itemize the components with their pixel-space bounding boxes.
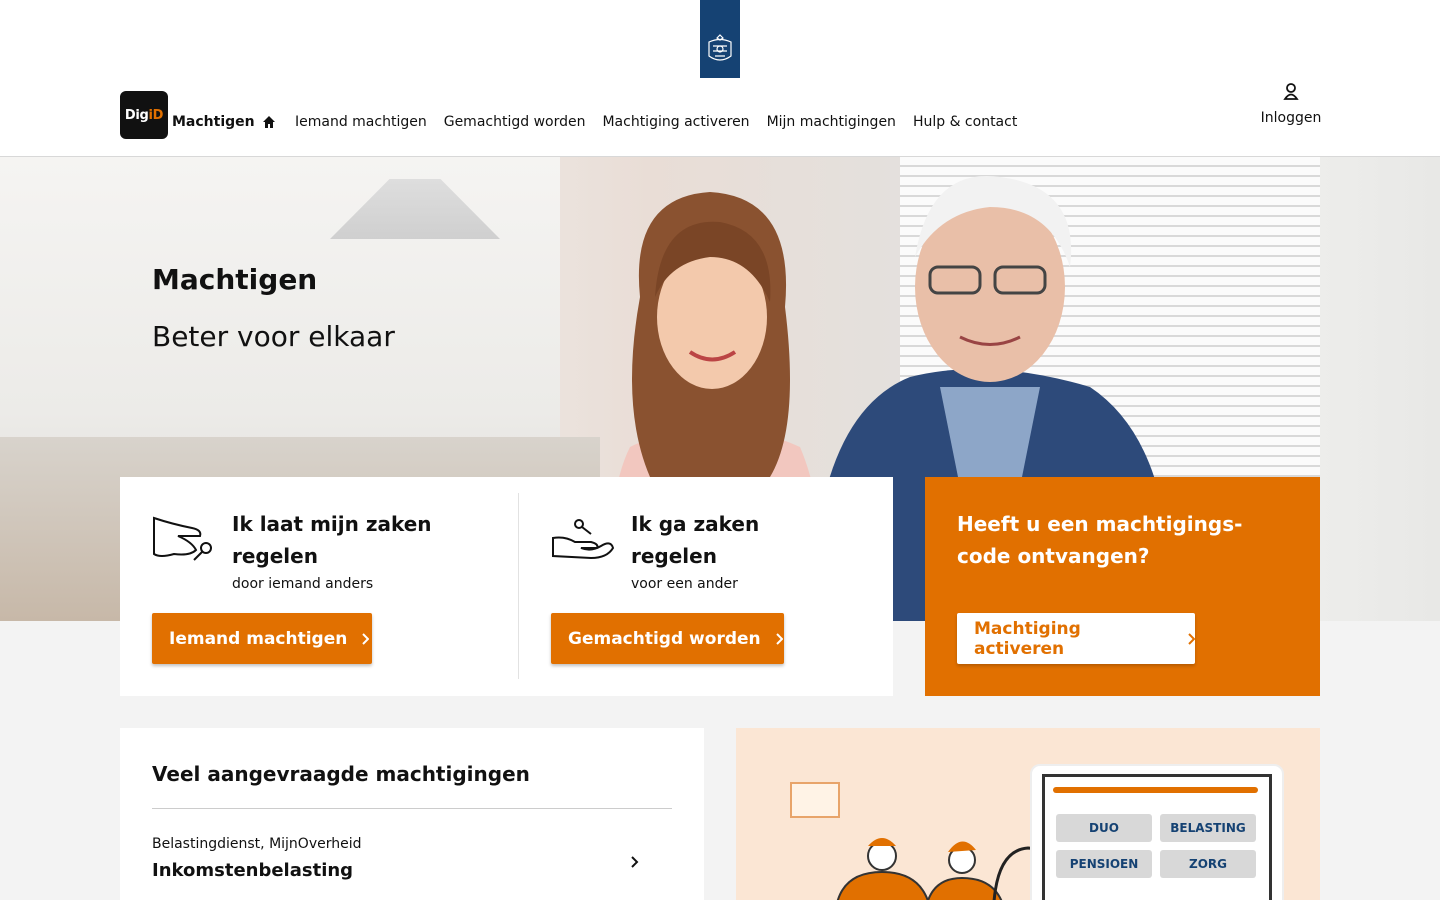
chevron-right-icon — [775, 632, 783, 645]
chevron-right-icon — [1187, 632, 1195, 645]
page-subtitle: Beter voor elkaar — [152, 320, 395, 353]
receive-card-subtitle: voor een ander — [631, 576, 738, 592]
chevron-right-icon[interactable] — [630, 854, 640, 873]
illustration-panel: DUO BELASTING PENSIOEN ZORG — [736, 728, 1320, 900]
activation-card-title: Heeft u een machtigings- code ontvangen? — [957, 508, 1257, 572]
give-card-subtitle: door iemand anders — [232, 576, 374, 592]
screen-header-bar — [1053, 787, 1258, 793]
login-label: Inloggen — [1260, 110, 1322, 126]
list-item-name[interactable]: Inkomstenbelasting — [152, 860, 353, 881]
gemachtigd-worden-label: Gemachtigd worden — [568, 628, 761, 649]
receive-card-title-1: Ik ga zaken — [631, 512, 760, 536]
crest-icon — [708, 34, 732, 61]
nav-item-gemachtigd-worden[interactable]: Gemachtigd worden — [444, 114, 586, 130]
tile-zorg: ZORG — [1160, 850, 1256, 878]
nav-item-machtiging-activeren[interactable]: Machtiging activeren — [602, 114, 749, 130]
machtiging-activeren-button[interactable]: Machtiging activeren — [957, 613, 1195, 664]
popular-title: Veel aangevraagde machtigingen — [152, 762, 530, 786]
activation-title-line-1: Heeft u een machtigings- — [957, 512, 1243, 536]
login-button[interactable]: Inloggen — [1254, 82, 1328, 126]
chevron-right-icon — [361, 632, 370, 645]
tile-pensioen: PENSIOEN — [1056, 850, 1152, 878]
give-card-title-1: Ik laat mijn zaken — [232, 512, 432, 536]
receive-card-title-2: regelen — [631, 544, 717, 568]
logo-text-accent: iD — [148, 107, 164, 123]
popular-divider — [152, 808, 672, 809]
tile-duo: DUO — [1056, 814, 1152, 842]
nav-item-mijn-machtigingen[interactable]: Mijn machtigingen — [767, 114, 896, 130]
logo-text: Dig — [124, 107, 149, 123]
hand-giving-key-icon — [153, 516, 212, 561]
digid-logo[interactable]: Dig iD — [120, 91, 168, 139]
main-nav: Iemand machtigen Gemachtigd worden Macht… — [262, 114, 1034, 130]
crest-logo — [700, 0, 740, 78]
give-card-title-2: regelen — [232, 544, 318, 568]
home-icon[interactable] — [262, 114, 278, 130]
page-title: Machtigen — [152, 263, 318, 296]
user-icon — [1283, 83, 1299, 100]
list-item-org[interactable]: Belastingdienst, MijnOverheid — [152, 836, 362, 852]
iemand-machtigen-button[interactable]: Iemand machtigen — [152, 613, 372, 664]
card-divider — [518, 493, 519, 679]
brand-name[interactable]: Machtigen — [172, 114, 255, 130]
picture-frame — [790, 782, 840, 818]
nav-item-hulp-contact[interactable]: Hulp & contact — [913, 114, 1017, 130]
gemachtigd-worden-button[interactable]: Gemachtigd worden — [551, 613, 784, 664]
nav-item-iemand-machtigen[interactable]: Iemand machtigen — [295, 114, 427, 130]
iemand-machtigen-label: Iemand machtigen — [169, 628, 348, 649]
hand-receiving-key-icon — [552, 519, 615, 560]
tile-belasting: BELASTING — [1160, 814, 1256, 842]
machtiging-activeren-label: Machtiging activeren — [974, 618, 1081, 659]
activation-title-line-2: code ontvangen? — [957, 544, 1150, 568]
